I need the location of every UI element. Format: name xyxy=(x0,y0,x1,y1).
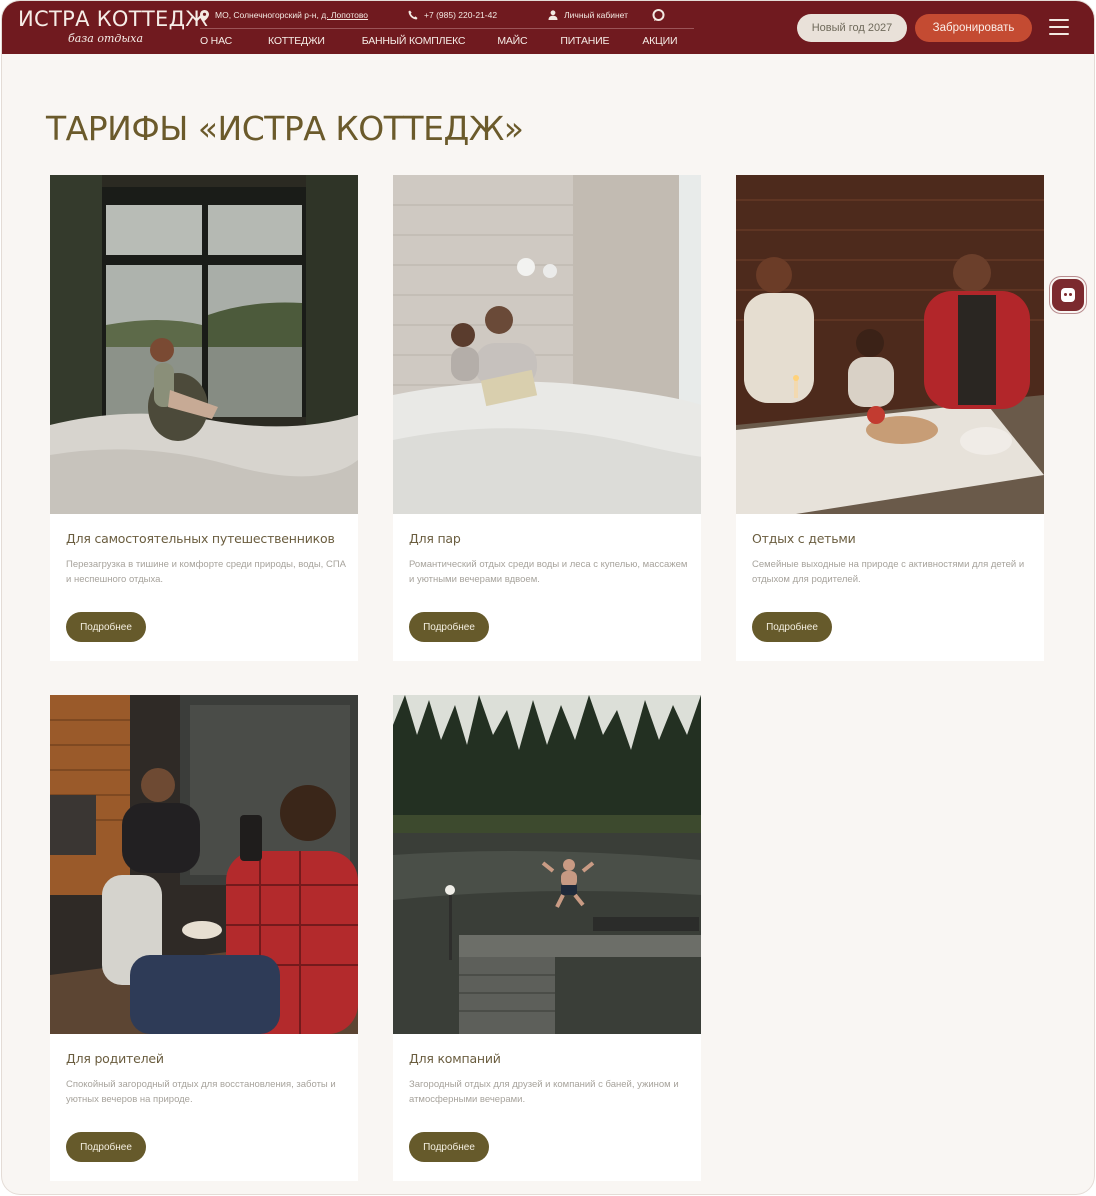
phone-icon xyxy=(408,10,418,20)
details-button[interactable]: Подробнее xyxy=(66,1132,146,1162)
tariff-card-parents: Для родителей Спокойный загородный отдых… xyxy=(50,695,358,1181)
logo[interactable]: ИСТРА КОТТЕДЖ база отдыха xyxy=(18,7,208,51)
card-title: Для родителей xyxy=(66,1051,164,1066)
chat-widget-icon[interactable] xyxy=(1052,279,1084,311)
nav-item-mice[interactable]: МАЙС xyxy=(497,35,527,49)
hamburger-menu-icon[interactable] xyxy=(1049,18,1069,36)
card-title: Отдых с детьми xyxy=(752,531,856,546)
nav-item-promotions[interactable]: АКЦИИ xyxy=(642,35,677,49)
page-frame: ИСТРА КОТТЕДЖ база отдыха МО, Солнечного… xyxy=(2,1,1094,1194)
address-link[interactable]: д. Лопотово xyxy=(321,10,368,20)
card-description: Семейные выходные на природе с активност… xyxy=(752,559,1025,585)
card-title: Для самостоятельных путешественников xyxy=(66,531,335,546)
details-button[interactable]: Подробнее xyxy=(409,612,489,642)
details-button[interactable]: Подробнее xyxy=(66,612,146,642)
address-text: МО, Солнечногорский р-н, xyxy=(215,10,319,20)
header-divider xyxy=(200,28,694,29)
new-year-button[interactable]: Новый год 2027 xyxy=(797,14,907,42)
chat-bubble-icon xyxy=(652,8,665,22)
details-button[interactable]: Подробнее xyxy=(752,612,832,642)
account-label: Личный кабинет xyxy=(564,10,629,20)
card-photo-groups xyxy=(393,695,701,1034)
page-title: ТАРИФЫ «ИСТРА КОТТЕДЖ» xyxy=(46,109,524,148)
tariff-card-solo: Для самостоятельных путешественников Пер… xyxy=(50,175,358,661)
tariff-card-couples: Для пар Романтический отдых среди воды и… xyxy=(393,175,701,661)
nav-item-food[interactable]: ПИТАНИЕ xyxy=(560,35,609,49)
user-icon xyxy=(548,10,558,20)
phone-number: +7 (985) 220-21-42 xyxy=(424,10,498,20)
address[interactable]: МО, Солнечногорский р-н, д. Лопотово xyxy=(200,9,368,21)
card-description: Перезагрузка в тишине и комфорте среди п… xyxy=(66,559,346,585)
card-title: Для компаний xyxy=(409,1051,501,1066)
logo-subtext: база отдыха xyxy=(68,32,144,45)
messenger-button[interactable] xyxy=(652,8,665,22)
tariff-card-family: Отдых с детьми Семейные выходные на прир… xyxy=(736,175,1044,661)
account-link[interactable]: Личный кабинет xyxy=(548,10,628,20)
nav-item-cottages[interactable]: КОТТЕДЖИ xyxy=(268,35,325,49)
card-photo-family xyxy=(736,175,1044,514)
header-contacts: МО, Солнечногорский р-н, д. Лопотово +7 … xyxy=(200,7,665,23)
main-nav: О НАС КОТТЕДЖИ БАННЫЙ КОМПЛЕКС МАЙС ПИТА… xyxy=(200,35,677,49)
card-photo-parents xyxy=(50,695,358,1034)
location-pin-icon xyxy=(200,9,209,21)
card-photo-couples xyxy=(393,175,701,514)
card-description: Романтический отдых среди воды и леса с … xyxy=(409,559,688,585)
card-description: Спокойный загородный отдых для восстанов… xyxy=(66,1079,336,1105)
nav-item-about[interactable]: О НАС xyxy=(200,35,232,49)
card-description: Загородный отдых для друзей и компаний с… xyxy=(409,1079,679,1105)
book-button[interactable]: Забронировать xyxy=(915,14,1032,42)
tariff-card-groups: Для компаний Загородный отдых для друзей… xyxy=(393,695,701,1181)
logo-text: ИСТРА КОТТЕДЖ xyxy=(18,7,209,31)
site-header: ИСТРА КОТТЕДЖ база отдыха МО, Солнечного… xyxy=(2,1,1094,54)
phone[interactable]: +7 (985) 220-21-42 xyxy=(408,10,497,20)
card-title: Для пар xyxy=(409,531,461,546)
details-button[interactable]: Подробнее xyxy=(409,1132,489,1162)
card-photo-solo xyxy=(50,175,358,514)
nav-item-bath-complex[interactable]: БАННЫЙ КОМПЛЕКС xyxy=(362,35,466,49)
